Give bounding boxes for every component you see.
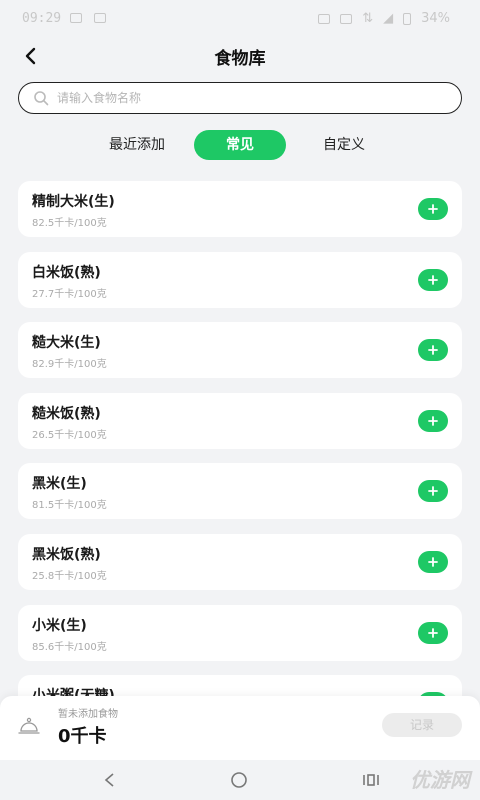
food-name: 小米粥(无糖) bbox=[32, 685, 115, 696]
add-food-button[interactable] bbox=[418, 480, 448, 503]
food-name: 精制大米(生) bbox=[32, 194, 115, 210]
food-item[interactable]: 小米粥(无糖) bbox=[18, 675, 462, 696]
food-name: 黑米(生) bbox=[32, 476, 87, 493]
food-calories: 82.5千卡/100克 bbox=[32, 218, 107, 229]
status-right-icons: ⇅ ◢ 34% bbox=[318, 11, 450, 26]
plus-icon bbox=[428, 204, 438, 214]
food-calories: 81.5千卡/100克 bbox=[32, 500, 107, 512]
food-item[interactable]: 黑米饭(熟) 25.8千卡/100克 bbox=[18, 533, 462, 590]
food-calories: 26.5千卡/100克 bbox=[32, 429, 107, 441]
total-calories: 0千卡 bbox=[58, 726, 107, 747]
battery-level: 34% bbox=[421, 11, 450, 26]
food-name: 黑米饭(熟) bbox=[32, 546, 101, 563]
data-arrows-icon: ⇅ bbox=[362, 11, 374, 26]
plus-icon bbox=[428, 345, 438, 356]
nfc-icon bbox=[318, 13, 331, 24]
system-nav-bar: 优游网 bbox=[0, 760, 480, 800]
tab-common[interactable]: 常见 bbox=[194, 130, 286, 160]
search-box[interactable] bbox=[18, 82, 462, 114]
battery-icon bbox=[403, 12, 412, 25]
notification-icon bbox=[94, 13, 106, 23]
food-item[interactable]: 精制大米(生) 82.5千卡/100克 bbox=[18, 181, 462, 237]
system-recent-button[interactable] bbox=[356, 768, 386, 792]
food-name: 糙米饭(熟) bbox=[32, 405, 101, 422]
meal-summary-panel: 暂未添加食物 0千卡 记录 bbox=[0, 696, 480, 760]
food-name: 白米饭(熟) bbox=[32, 264, 101, 281]
tab-custom[interactable]: 自定义 bbox=[306, 130, 382, 160]
status-time: 09:29 bbox=[22, 11, 62, 26]
status-bar: 09:29 ⇅ ◢ 34% bbox=[0, 0, 480, 36]
add-food-button[interactable] bbox=[418, 198, 448, 220]
vibrate-icon bbox=[340, 13, 353, 24]
circle-home-icon bbox=[231, 772, 247, 788]
recent-apps-icon bbox=[363, 774, 379, 786]
status-left-icons bbox=[70, 13, 106, 23]
mail-icon bbox=[70, 13, 82, 23]
plus-icon bbox=[428, 557, 438, 567]
add-food-button[interactable] bbox=[418, 339, 448, 362]
triangle-back-icon bbox=[104, 773, 114, 787]
plus-icon bbox=[428, 415, 438, 426]
food-calories: 27.7千卡/100克 bbox=[32, 288, 107, 300]
food-item[interactable]: 小米(生) 85.6千卡/100克 bbox=[18, 604, 462, 661]
system-home-button[interactable] bbox=[224, 768, 254, 792]
add-food-button[interactable] bbox=[418, 621, 448, 644]
plus-icon bbox=[428, 274, 438, 285]
food-tray-icon bbox=[18, 717, 40, 734]
add-food-button[interactable] bbox=[418, 268, 448, 291]
plus-icon bbox=[428, 627, 438, 638]
search-icon bbox=[34, 91, 49, 106]
plus-icon bbox=[428, 486, 438, 497]
food-calories: 25.8千卡/100克 bbox=[32, 570, 107, 582]
tab-recent[interactable]: 最近添加 bbox=[94, 130, 180, 160]
food-calories: 82.9千卡/100克 bbox=[32, 359, 107, 371]
system-back-button[interactable] bbox=[94, 768, 124, 792]
food-item[interactable]: 白米饭(熟) 27.7千卡/100克 bbox=[18, 251, 462, 308]
page-title: 食物库 bbox=[214, 49, 266, 69]
record-button[interactable]: 记录 bbox=[382, 713, 462, 737]
food-calories: 85.6千卡/100克 bbox=[32, 641, 107, 653]
chevron-left-icon bbox=[25, 47, 36, 65]
search-input[interactable] bbox=[57, 91, 461, 105]
food-item[interactable]: 糙大米(生) 82.9千卡/100克 bbox=[18, 322, 462, 379]
food-name: 糙大米(生) bbox=[32, 335, 101, 352]
no-food-status: 暂未添加食物 bbox=[58, 709, 118, 720]
signal-icon: ◢ bbox=[383, 11, 394, 26]
back-button[interactable] bbox=[14, 40, 46, 72]
add-food-button[interactable] bbox=[418, 409, 448, 432]
nav-header: 食物库 bbox=[0, 36, 480, 76]
food-name: 小米(生) bbox=[32, 617, 87, 634]
food-list: 精制大米(生) 82.5千卡/100克 白米饭(熟) 27.7千卡/100克 糙… bbox=[18, 181, 462, 696]
watermark-logo: 优游网 bbox=[410, 768, 470, 792]
food-item[interactable]: 糙米饭(熟) 26.5千卡/100克 bbox=[18, 392, 462, 449]
category-tabs: 最近添加 常见 自定义 bbox=[0, 130, 480, 160]
add-food-button[interactable] bbox=[418, 550, 448, 573]
food-item[interactable]: 黑米(生) 81.5千卡/100克 bbox=[18, 463, 462, 520]
